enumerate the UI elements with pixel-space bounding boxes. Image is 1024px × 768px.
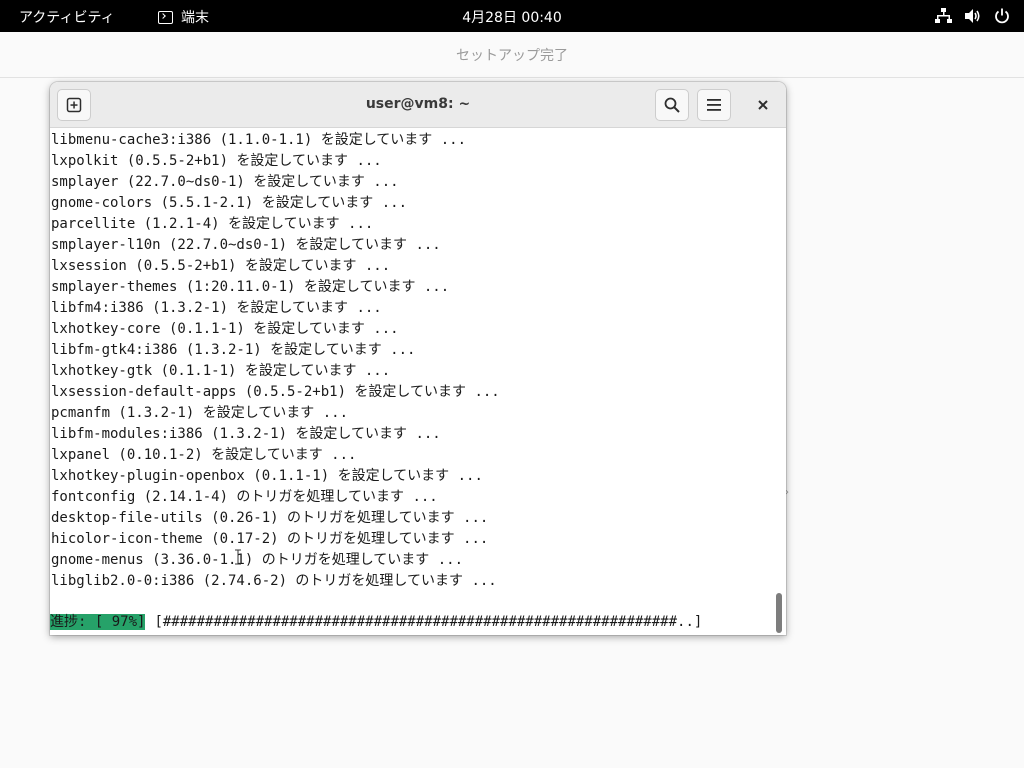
top-bar: アクティビティ 端末 4月28日 00:40 — [0, 0, 1024, 32]
progress-bar: [#######################################… — [154, 614, 703, 630]
background-window-title: セットアップ完了 — [456, 48, 568, 64]
terminal-icon — [158, 10, 173, 24]
terminal-scrollbar[interactable] — [772, 129, 786, 635]
terminal-line: parcellite (1.2.1-4) を設定しています ... — [51, 216, 374, 232]
app-menu-terminal[interactable]: 端末 — [158, 7, 209, 27]
terminal-line: lxpanel (0.10.1-2) を設定しています ... — [51, 447, 357, 463]
network-icon[interactable] — [935, 7, 952, 24]
terminal-line: lxhotkey-core (0.1.1-1) を設定しています ... — [51, 321, 399, 337]
close-button[interactable] — [747, 89, 779, 121]
terminal-line: fontconfig (2.14.1-4) のトリガを処理しています ... — [51, 489, 438, 505]
terminal-line: smplayer-l10n (22.7.0~ds0-1) を設定しています ..… — [51, 237, 441, 253]
clock-container: 4月28日 00:40 — [0, 7, 1024, 27]
progress-label: 進捗: [ 97%] — [50, 614, 146, 630]
ibeam-cursor-icon — [235, 549, 241, 565]
app-menu-label: 端末 — [181, 10, 209, 26]
terminal-line: lxhotkey-plugin-openbox (0.1.1-1) を設定してい… — [51, 468, 483, 484]
clock[interactable]: 4月28日 00:40 — [462, 10, 562, 26]
terminal-line: lxsession-default-apps (0.5.5-2+b1) を設定し… — [51, 384, 500, 400]
background-window-header: セットアップ完了 — [0, 32, 1024, 78]
terminal-line: pcmanfm (1.3.2-1) を設定しています ... — [51, 405, 349, 421]
main-menu-button[interactable] — [697, 89, 731, 121]
terminal-headerbar[interactable]: user@vm8: ~ — [50, 82, 786, 128]
scrollbar-thumb[interactable] — [776, 593, 782, 633]
terminal-line: desktop-file-utils (0.26-1) のトリガを処理しています… — [51, 510, 489, 526]
volume-icon[interactable] — [964, 8, 982, 24]
terminal-line: lxsession (0.5.5-2+b1) を設定しています ... — [51, 258, 391, 274]
system-tray[interactable] — [935, 7, 1010, 24]
terminal-line: lxhotkey-gtk (0.1.1-1) を設定しています ... — [51, 363, 391, 379]
terminal-line: smplayer (22.7.0~ds0-1) を設定しています ... — [51, 174, 399, 190]
power-icon[interactable] — [994, 8, 1010, 24]
terminal-line: hicolor-icon-theme (0.17-2) のトリガを処理しています… — [51, 531, 489, 547]
terminal-line: gnome-colors (5.5.1-2.1) を設定しています ... — [51, 195, 408, 211]
terminal-line: libfm-modules:i386 (1.3.2-1) を設定しています ..… — [51, 426, 441, 442]
terminal-window[interactable]: user@vm8: ~ libmenu-cache3:i386 (1.1.0-1… — [50, 82, 786, 635]
terminal-line: libfm-gtk4:i386 (1.3.2-1) を設定しています ... — [51, 342, 416, 358]
progress-line: 進捗: [ 97%] [#############################… — [50, 612, 702, 633]
terminal-line: gnome-menus (3.36.0-1.1) のトリガを処理しています ..… — [51, 552, 464, 568]
terminal-line: libglib2.0-0:i386 (2.74.6-2) のトリガを処理していま… — [51, 573, 497, 589]
activities-button[interactable]: アクティビティ — [19, 7, 115, 27]
close-icon — [758, 100, 768, 110]
hamburger-menu-icon — [707, 99, 721, 111]
terminal-line: lxpolkit (0.5.5-2+b1) を設定しています ... — [51, 153, 382, 169]
search-button[interactable] — [655, 89, 689, 121]
terminal-output[interactable]: libmenu-cache3:i386 (1.1.0-1.1) を設定しています… — [50, 129, 772, 635]
terminal-line: libmenu-cache3:i386 (1.1.0-1.1) を設定しています… — [51, 132, 467, 148]
search-icon — [664, 97, 680, 113]
terminal-line: smplayer-themes (1:20.11.0-1) を設定しています .… — [51, 279, 450, 295]
terminal-line: libfm4:i386 (1.3.2-1) を設定しています ... — [51, 300, 382, 316]
